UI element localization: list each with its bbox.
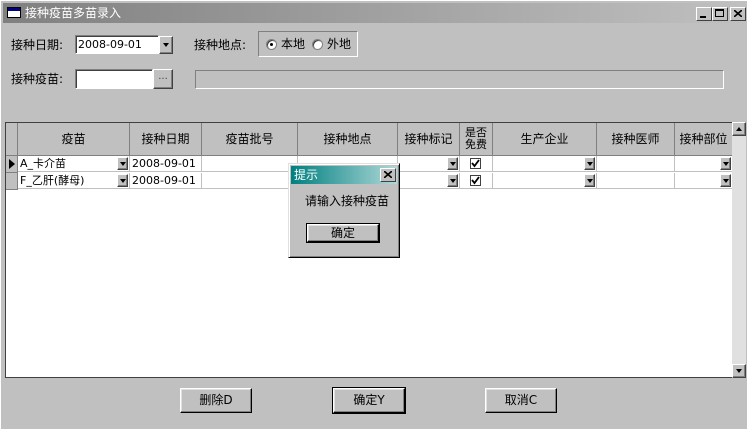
- window-title: 接种疫苗多苗录入: [25, 6, 122, 20]
- table-cell-vaccine[interactable]: A_卡介苗: [18, 156, 130, 172]
- minimize-button[interactable]: [696, 7, 712, 21]
- minimize-icon: [700, 16, 706, 18]
- arrow-up-icon: [736, 127, 742, 131]
- vaccine-display-panel: [195, 70, 724, 89]
- table-cell-free[interactable]: [460, 156, 493, 172]
- chevron-down-icon: [586, 161, 593, 166]
- main-window: 接种疫苗多苗录入 接种日期: 2008-09-01 接种地点: 本地 外地 接种…: [0, 0, 748, 430]
- location-other-radio[interactable]: [312, 39, 323, 50]
- title-bar[interactable]: 接种疫苗多苗录入: [3, 3, 747, 23]
- free-checkbox[interactable]: [470, 175, 481, 186]
- arrow-down-icon: [736, 369, 742, 373]
- dialog-message: 请输入接种疫苗: [305, 194, 390, 208]
- table-cell-free[interactable]: [460, 173, 493, 189]
- table-cell-doctor[interactable]: [597, 173, 675, 189]
- dialog-ok-button[interactable]: 确定: [306, 223, 380, 243]
- cell-dropdown-button[interactable]: [117, 174, 128, 187]
- column-header-site[interactable]: 接种部位: [675, 123, 733, 156]
- column-header-location[interactable]: 接种地点: [298, 123, 398, 156]
- dialog-title-bar[interactable]: 提示: [291, 166, 397, 184]
- cell-dropdown-button[interactable]: [720, 174, 731, 187]
- date-picker-button[interactable]: [159, 36, 173, 54]
- column-header-mark[interactable]: 接种标记: [398, 123, 460, 156]
- table-cell-mark[interactable]: [398, 156, 460, 172]
- vaccine-browse-button[interactable]: ...: [153, 69, 173, 89]
- column-header-date[interactable]: 接种日期: [130, 123, 202, 156]
- chevron-down-icon: [722, 161, 729, 166]
- checkmark-icon: [471, 159, 480, 168]
- maximize-button[interactable]: [712, 7, 728, 21]
- chevron-down-icon: [119, 178, 126, 183]
- current-row-arrow-icon: [8, 159, 15, 169]
- date-value: 2008-09-01: [78, 38, 142, 51]
- cell-dropdown-button[interactable]: [584, 157, 595, 170]
- cell-dropdown-button[interactable]: [447, 174, 458, 187]
- table-cell-date[interactable]: 2008-09-01: [130, 173, 202, 189]
- chevron-down-icon: [163, 43, 169, 47]
- cell-dropdown-button[interactable]: [720, 157, 731, 170]
- vaccine-label: 接种疫苗:: [11, 72, 64, 86]
- location-local-radio[interactable]: [266, 39, 277, 50]
- row-indicator[interactable]: [6, 156, 18, 173]
- location-other-label[interactable]: 外地: [327, 37, 351, 51]
- location-radio-group: 本地 外地: [258, 31, 358, 57]
- checkmark-icon: [471, 176, 480, 185]
- location-label: 接种地点:: [194, 38, 247, 52]
- table-cell-batch[interactable]: [202, 173, 298, 189]
- table-cell-batch[interactable]: [202, 156, 298, 172]
- column-header-manufacturer[interactable]: 生产企业: [493, 123, 597, 156]
- scroll-down-button[interactable]: [732, 364, 746, 378]
- chevron-down-icon: [449, 161, 456, 166]
- chevron-down-icon: [449, 178, 456, 183]
- vaccine-input[interactable]: [75, 69, 153, 89]
- column-header-vaccine[interactable]: 疫苗: [18, 123, 130, 156]
- cancel-button[interactable]: 取消C: [485, 388, 557, 413]
- date-label: 接种日期:: [11, 38, 64, 52]
- cell-dropdown-button[interactable]: [117, 157, 128, 170]
- chevron-down-icon: [586, 178, 593, 183]
- table-cell-date[interactable]: 2008-09-01: [130, 156, 202, 172]
- row-indicator-header: [6, 123, 18, 156]
- table-cell-mark[interactable]: [398, 173, 460, 189]
- scroll-up-button[interactable]: [732, 122, 746, 136]
- location-local-label[interactable]: 本地: [281, 37, 305, 51]
- close-icon: [384, 171, 392, 178]
- date-field[interactable]: 2008-09-01: [75, 35, 159, 54]
- table-cell-manufacturer[interactable]: [493, 173, 597, 189]
- cell-dropdown-button[interactable]: [584, 174, 595, 187]
- delete-button[interactable]: 删除D: [180, 388, 252, 413]
- dialog-title: 提示: [294, 168, 319, 182]
- table-cell-doctor[interactable]: [597, 156, 675, 172]
- table-cell-site[interactable]: [675, 173, 733, 189]
- column-header-batch[interactable]: 疫苗批号: [202, 123, 298, 156]
- cell-dropdown-button[interactable]: [447, 157, 458, 170]
- chevron-down-icon: [722, 178, 729, 183]
- close-icon: [734, 10, 742, 17]
- table-cell-site[interactable]: [675, 156, 733, 172]
- column-header-doctor[interactable]: 接种医师: [597, 123, 675, 156]
- chevron-down-icon: [119, 161, 126, 166]
- column-header-free[interactable]: 是否免费: [460, 123, 493, 156]
- ok-button[interactable]: 确定Y: [332, 387, 406, 414]
- grid-vertical-scrollbar[interactable]: [732, 122, 746, 378]
- close-button[interactable]: [730, 7, 746, 21]
- table-cell-manufacturer[interactable]: [493, 156, 597, 172]
- table-cell-vaccine[interactable]: F_乙肝(酵母): [18, 173, 130, 189]
- dialog-close-button[interactable]: [380, 168, 396, 182]
- row-indicator[interactable]: [6, 173, 18, 190]
- window-icon: [7, 7, 21, 18]
- prompt-dialog: 提示 请输入接种疫苗 确定: [288, 163, 400, 258]
- maximize-icon: [715, 9, 724, 17]
- free-checkbox[interactable]: [470, 158, 481, 169]
